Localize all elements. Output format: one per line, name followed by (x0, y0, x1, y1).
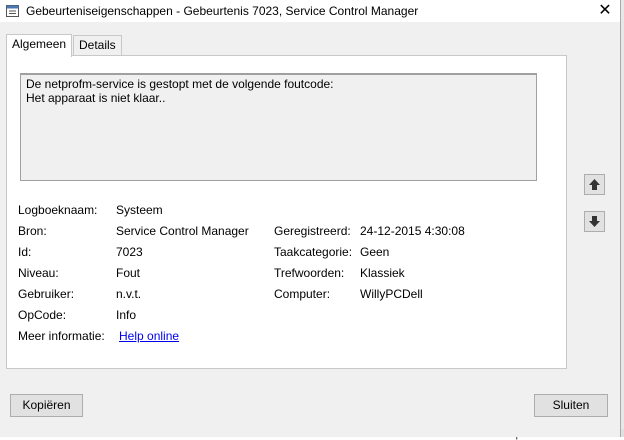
description-line-2: Het apparaat is niet klaar.. (26, 91, 166, 105)
title-bar[interactable]: Gebeurteniseigenschappen - Gebeurtenis 7… (0, 0, 620, 22)
close-button[interactable]: Sluiten (534, 394, 608, 417)
niveau-label: Niveau: (18, 266, 59, 280)
computer-label: Computer: (274, 287, 331, 301)
previous-event-button[interactable] (584, 174, 605, 195)
tab-algemeen[interactable]: Algemeen (6, 34, 73, 57)
trefwoorden-label: Trefwoorden: (274, 266, 345, 280)
event-viewer-icon (6, 5, 19, 17)
geregistreerd-label: Geregistreerd: (274, 224, 351, 238)
logboeknaam-label: Logboeknaam: (18, 203, 98, 217)
event-properties-dialog: Gebeurteniseigenschappen - Gebeurtenis 7… (0, 0, 621, 437)
general-tab-panel: De netprofm-service is gestopt met de vo… (6, 55, 567, 369)
id-value: 7023 (116, 245, 143, 259)
arrow-down-icon (589, 216, 600, 227)
taakcategorie-label: Taakcategorie: (274, 245, 353, 259)
meer-informatie-label: Meer informatie: (18, 329, 105, 343)
event-description-box[interactable]: De netprofm-service is gestopt met de vo… (20, 73, 537, 181)
close-icon[interactable]: ✕ (596, 2, 614, 20)
copy-button[interactable]: Kopiëren (10, 394, 83, 417)
description-line-1: De netprofm-service is gestopt met de vo… (26, 77, 334, 91)
id-label: Id: (18, 245, 32, 259)
bron-value: Service Control Manager (116, 224, 249, 238)
taakcategorie-value: Geen (360, 245, 390, 259)
next-event-button[interactable] (584, 211, 605, 232)
tab-details[interactable]: Details (73, 35, 122, 55)
logboeknaam-value: Systeem (116, 203, 163, 217)
computer-value: WillyPCDell (360, 287, 423, 301)
niveau-value: Fout (116, 266, 141, 280)
bron-label: Bron: (18, 224, 47, 238)
gebruiker-value: n.v.t. (116, 287, 142, 301)
geregistreerd-value: 24-12-2015 4:30:08 (360, 224, 465, 238)
arrow-up-icon (589, 179, 600, 190)
help-online-link[interactable]: Help online (119, 329, 179, 343)
gebruiker-label: Gebruiker: (18, 287, 75, 301)
window-title: Gebeurteniseigenschappen - Gebeurtenis 7… (26, 4, 419, 18)
opcode-label: OpCode: (18, 308, 67, 322)
trefwoorden-value: Klassiek (360, 266, 405, 280)
opcode-value: Info (116, 308, 137, 322)
